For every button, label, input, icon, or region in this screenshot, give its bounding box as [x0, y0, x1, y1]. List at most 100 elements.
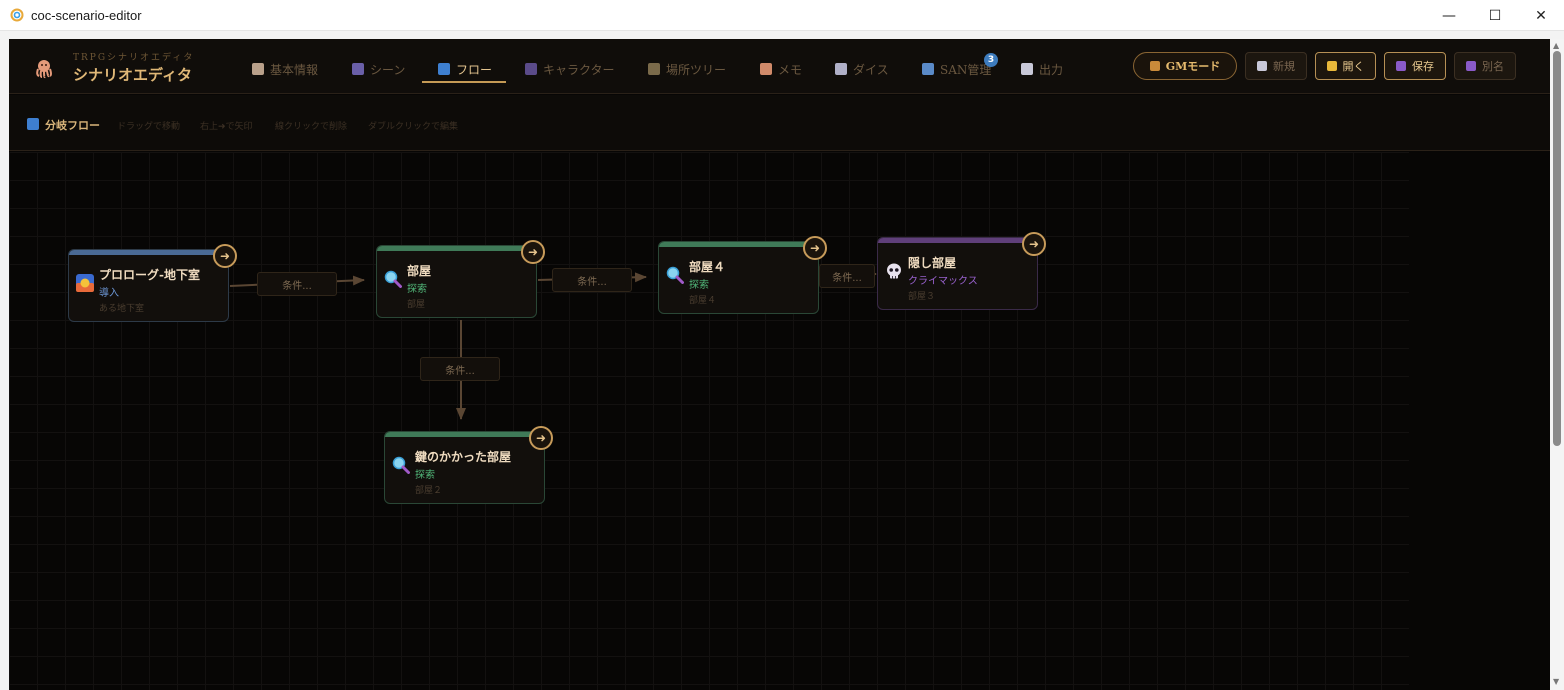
- clapper-icon: [352, 63, 364, 75]
- tab-label: キャラクター: [543, 62, 615, 77]
- san-badge: 3: [984, 53, 998, 67]
- magnifier-icon: [384, 270, 402, 288]
- tab-memo[interactable]: メモ: [760, 57, 802, 81]
- open-button[interactable]: 開く: [1315, 52, 1376, 80]
- tab-label: 場所ツリー: [666, 62, 727, 77]
- flow-node-room4[interactable]: 部屋４ 探索 部屋４ ➜: [658, 236, 827, 314]
- connect-arrow-button[interactable]: ➜: [803, 236, 827, 260]
- tab-label: ダイス: [853, 62, 889, 77]
- tab-location-tree[interactable]: 場所ツリー: [648, 57, 726, 81]
- condition-label[interactable]: 条件...: [552, 268, 632, 292]
- node-location: ある地下室: [99, 304, 145, 314]
- chart-icon: [922, 63, 934, 75]
- save-as-button[interactable]: 別名: [1454, 52, 1516, 80]
- maximize-icon: ☐: [1488, 7, 1502, 24]
- arrow-right-icon: ➜: [219, 249, 231, 263]
- connect-arrow-button[interactable]: ➜: [521, 240, 545, 264]
- hint-drag: ドラッグで移動: [117, 122, 181, 132]
- arrow-right-icon: ➜: [527, 245, 539, 259]
- tab-scenes[interactable]: シーン: [352, 57, 405, 81]
- maximize-button[interactable]: ☐: [1472, 0, 1518, 31]
- flow-title: 分岐フロー: [45, 119, 100, 132]
- active-tab-indicator: [422, 81, 506, 83]
- close-button[interactable]: ✕: [1518, 0, 1564, 31]
- new-button[interactable]: 新規: [1245, 52, 1307, 80]
- hint-edit: ダブルクリックで編集: [368, 122, 459, 132]
- window-titlebar: coc-scenario-editor — ☐ ✕: [0, 0, 1564, 31]
- hint-arrow: 右上➜で矢印: [200, 122, 253, 132]
- octopus-icon: [36, 60, 52, 79]
- node-type-bar: [377, 246, 536, 251]
- gm-icon: [1149, 61, 1160, 71]
- shuffle-icon: [27, 118, 39, 130]
- memo-icon: [252, 63, 264, 75]
- page-icon: [1021, 63, 1033, 75]
- arrow-right-icon: ➜: [809, 241, 821, 255]
- floppy-icon: [1466, 61, 1476, 71]
- tab-label: 基本情報: [270, 62, 319, 77]
- flow-node-hidden-room[interactable]: 隠し部屋 クライマックス 部屋３ ➜: [877, 232, 1046, 310]
- tab-label: 出力: [1039, 62, 1064, 77]
- node-type: クライマックス: [908, 276, 978, 287]
- app-header: TRPGシナリオエディタ シナリオエディタ 基本情報 シーン フロー キャラクタ…: [9, 39, 1550, 94]
- skull-icon: [887, 263, 901, 279]
- magnifier-icon: [392, 456, 410, 474]
- tab-flow[interactable]: フロー: [438, 57, 492, 81]
- node-location: 部屋: [407, 300, 426, 310]
- node-type: 導入: [99, 288, 119, 299]
- tab-label: メモ: [778, 62, 803, 77]
- brand-subtitle: TRPGシナリオエディタ: [73, 53, 195, 63]
- flow-node-prologue[interactable]: プロローグ-地下室 導入 ある地下室 ➜: [68, 244, 237, 322]
- hint-delete: 線クリックで削除: [275, 122, 348, 132]
- condition-label[interactable]: 条件...: [420, 357, 500, 381]
- app-root: TRPGシナリオエディタ シナリオエディタ 基本情報 シーン フロー キャラクタ…: [9, 39, 1550, 690]
- scroll-down-icon[interactable]: ▼: [1553, 677, 1559, 686]
- button-label: GMモード: [1165, 60, 1221, 73]
- people-icon: [525, 63, 537, 75]
- tab-basic-info[interactable]: 基本情報: [252, 57, 318, 81]
- save-button[interactable]: 保存: [1384, 52, 1446, 80]
- arrow-right-icon: ➜: [1028, 237, 1040, 251]
- node-name: 部屋４: [689, 260, 726, 274]
- gm-mode-button[interactable]: GMモード: [1133, 52, 1237, 80]
- node-type-bar: [69, 250, 228, 255]
- condition-label[interactable]: 条件...: [257, 272, 337, 296]
- app-icon: [10, 8, 24, 22]
- node-location: 部屋４: [689, 296, 717, 306]
- shuffle-icon: [438, 63, 450, 75]
- tab-san-management[interactable]: SAN管理: [922, 57, 991, 81]
- vertical-scrollbar[interactable]: ▲ ▼: [1550, 39, 1564, 690]
- node-location: 部屋３: [908, 292, 936, 302]
- node-type-bar: [878, 238, 1037, 243]
- flow-canvas[interactable]: 条件... 条件... 条件... 条件... プロローグ-地下室 導入 ある地…: [9, 152, 1409, 690]
- tab-label: シーン: [370, 62, 406, 77]
- scrollbar-thumb[interactable]: [1553, 51, 1561, 446]
- flow-node-locked-room[interactable]: 鍵のかかった部屋 探索 部屋２ ➜: [384, 426, 553, 504]
- map-icon: [648, 63, 660, 75]
- floppy-icon: [1396, 61, 1406, 71]
- arrow-right-icon: ➜: [535, 431, 547, 445]
- node-type: 探索: [407, 284, 427, 295]
- node-type-bar: [659, 242, 818, 247]
- condition-label[interactable]: 条件...: [819, 264, 875, 288]
- tab-output[interactable]: 出力: [1021, 57, 1063, 81]
- button-label: 別名: [1482, 60, 1504, 73]
- window-title: coc-scenario-editor: [31, 8, 142, 23]
- brand-title: シナリオエディタ: [73, 66, 192, 84]
- flow-node-room[interactable]: 部屋 探索 部屋 ➜: [376, 240, 545, 318]
- scroll-up-icon[interactable]: ▲: [1553, 41, 1559, 50]
- sunrise-icon: [76, 274, 94, 292]
- node-name: 部屋: [407, 264, 432, 278]
- minimize-button[interactable]: —: [1426, 0, 1472, 31]
- connect-arrow-button[interactable]: ➜: [1022, 232, 1046, 256]
- minimize-icon: —: [1442, 7, 1456, 24]
- tab-characters[interactable]: キャラクター: [525, 57, 615, 81]
- folder-icon: [1326, 61, 1337, 71]
- magnifier-icon: [666, 266, 684, 284]
- tab-label: フロー: [456, 62, 493, 77]
- connect-arrow-button[interactable]: ➜: [213, 244, 237, 268]
- tab-dice[interactable]: ダイス: [835, 57, 889, 81]
- connect-arrow-button[interactable]: ➜: [529, 426, 553, 450]
- node-name: プロローグ-地下室: [99, 268, 200, 282]
- flow-toolbar: 分岐フロー ドラッグで移動 右上➜で矢印 線クリックで削除 ダブルクリックで編集: [9, 95, 1550, 151]
